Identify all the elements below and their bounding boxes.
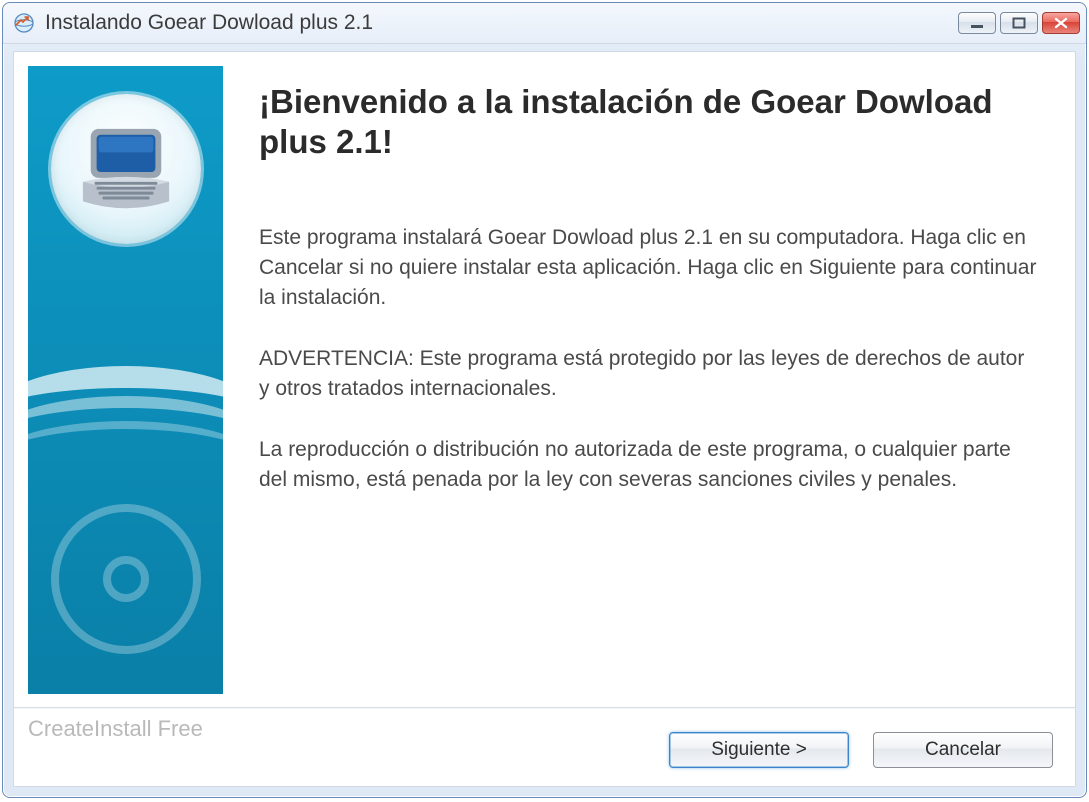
window-title: Instalando Goear Dowload plus 2.1 [45, 11, 958, 35]
brand-label: CreateInstall Free [28, 716, 203, 742]
banner-circle [51, 94, 201, 244]
minimize-icon [970, 17, 984, 29]
titlebar[interactable]: Instalando Goear Dowload plus 2.1 [3, 3, 1086, 44]
footer: CreateInstall Free Siguiente > Cancelar [14, 707, 1075, 786]
close-button[interactable] [1042, 12, 1080, 34]
welcome-heading: ¡Bienvenido a la instalación de Goear Do… [259, 82, 1039, 163]
maximize-icon [1012, 17, 1026, 29]
main-panel: ¡Bienvenido a la instalación de Goear Do… [223, 52, 1075, 708]
maximize-button[interactable] [1000, 12, 1038, 34]
side-banner [28, 66, 223, 694]
content-area: ¡Bienvenido a la instalación de Goear Do… [14, 52, 1075, 708]
intro-paragraph: Este programa instalará Goear Dowload pl… [259, 223, 1039, 314]
laptop-icon [77, 125, 175, 213]
cancel-button[interactable]: Cancelar [873, 732, 1053, 768]
footer-buttons: Siguiente > Cancelar [669, 732, 1053, 768]
minimize-button[interactable] [958, 12, 996, 34]
legal-paragraph: La reproducción o distribución no autori… [259, 435, 1039, 496]
next-button[interactable]: Siguiente > [669, 732, 849, 768]
app-icon [13, 12, 35, 34]
close-icon [1054, 17, 1068, 29]
warning-paragraph: ADVERTENCIA: Este programa está protegid… [259, 344, 1039, 405]
installer-window: Instalando Goear Dowload plus 2.1 [2, 2, 1087, 798]
disc-icon [51, 504, 201, 654]
window-controls [958, 12, 1080, 34]
client-area: ¡Bienvenido a la instalación de Goear Do… [13, 51, 1076, 787]
banner-wave [28, 421, 223, 509]
